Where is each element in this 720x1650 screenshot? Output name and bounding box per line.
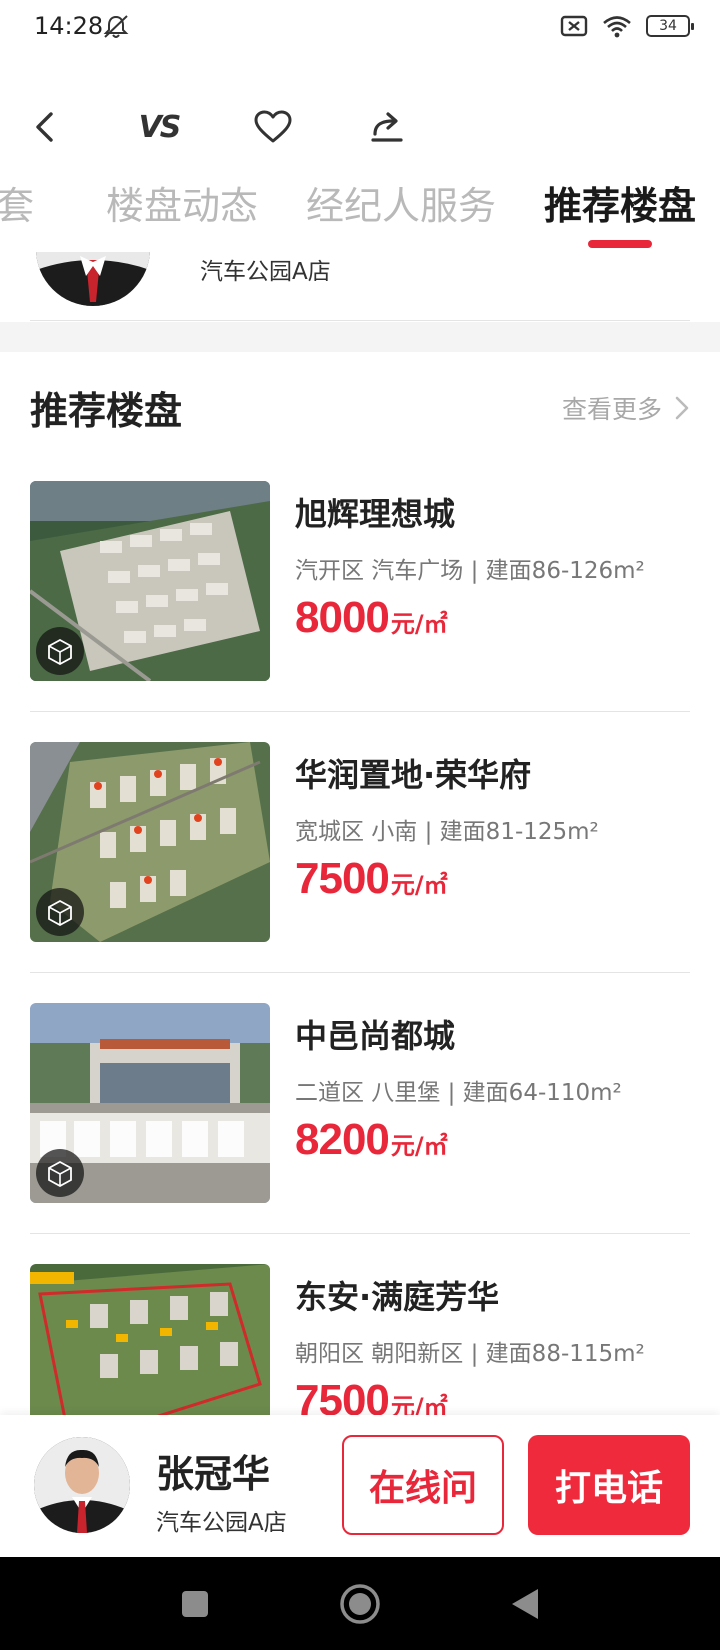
divider [30,1233,690,1234]
back-button[interactable] [20,102,70,152]
compare-button[interactable]: VS [134,102,184,152]
section-gap [0,322,720,352]
tab-news[interactable]: 楼盘动态 [106,182,258,230]
cube-3d-icon [48,638,72,665]
square-icon [182,1591,208,1617]
agent-store: 汽车公园A店 [156,1510,287,1536]
vr-badge [36,627,84,675]
section-title: 推荐楼盘 [30,389,183,433]
tab-agent-service[interactable]: 经纪人服务 [306,182,496,230]
agent-card-partial: 汽车公园A店 [0,252,720,320]
listing-image [30,481,270,681]
see-more-label: 查看更多 [561,395,662,424]
circle-icon [340,1584,380,1624]
back-nav-button[interactable] [500,1579,550,1629]
listing-image [30,742,270,942]
listing-item[interactable]: 中邑尚都城 二道区 八里堡 | 建面64-110m² 8200元/㎡ [30,1003,690,1203]
listing-price: 8000元/㎡ [295,593,448,643]
avatar [36,252,150,306]
vr-badge [36,888,84,936]
listing-price: 7500元/㎡ [295,854,448,904]
heart-icon [254,110,292,143]
chevron-left-icon [36,112,53,142]
listing-name: 旭辉理想城 [295,495,456,533]
mute-bell-icon [103,15,129,38]
status-time: 14:28 [34,12,104,40]
price-unit: 元/㎡ [390,871,448,899]
active-tab-indicator [588,240,652,248]
agent-store: 汽车公园A店 [200,259,331,285]
divider [30,320,690,321]
agent-avatar[interactable] [34,1437,130,1533]
see-more-link[interactable]: 查看更多 [562,390,690,426]
price-unit: 元/㎡ [390,610,448,638]
online-chat-button[interactable]: 在线问 [342,1435,504,1535]
price-value: 8000 [295,593,390,642]
no-sim-icon [560,15,588,37]
share-button[interactable] [362,102,412,152]
listing-item[interactable]: 旭辉理想城 汽开区 汽车广场 | 建面86-126m² 8000元/㎡ [30,481,690,681]
cube-3d-icon [48,1160,72,1187]
favorite-button[interactable] [248,102,298,152]
listing-meta: 宽城区 小南 | 建面81-125m² [295,819,599,845]
agent-name: 张冠华 [156,1452,271,1496]
listing-meta: 二道区 八里堡 | 建面64-110m² [295,1080,622,1106]
divider [30,711,690,712]
price-value: 8200 [295,1115,390,1164]
listing-meta: 朝阳区 朝阳新区 | 建面88-115m² [295,1341,645,1367]
listing-name: 东安·满庭芳华 [295,1278,500,1316]
system-nav-bar [0,1557,720,1650]
recents-button[interactable] [170,1579,220,1629]
listing-name: 华润置地·荣华府 [295,756,532,794]
home-button[interactable] [335,1579,385,1629]
tab-bar: 配套 楼盘动态 经纪人服务 推荐楼盘 [0,182,720,252]
top-toolbar: VS [0,94,720,160]
chevron-right-icon [675,396,689,420]
share-icon [371,112,403,142]
tab-facilities[interactable]: 配套 [0,182,34,230]
listing-meta: 汽开区 汽车广场 | 建面86-126m² [295,558,645,584]
tab-recommended[interactable]: 推荐楼盘 [544,182,696,230]
call-button[interactable]: 打电话 [528,1435,690,1535]
listing-price: 8200元/㎡ [295,1115,448,1165]
listing-name: 中邑尚都城 [295,1017,456,1055]
cube-3d-icon [48,899,72,926]
vr-badge [36,1149,84,1197]
divider [30,972,690,973]
wifi-icon [603,16,631,38]
price-value: 7500 [295,854,390,903]
listing-image [30,1003,270,1203]
listing-item[interactable]: 华润置地·荣华府 宽城区 小南 | 建面81-125m² 7500元/㎡ [30,742,690,942]
price-unit: 元/㎡ [390,1132,448,1160]
contact-bar: 张冠华 汽车公园A店 在线问 打电话 [0,1415,720,1557]
triangle-back-icon [512,1589,538,1619]
battery-icon: 34 [646,15,694,37]
status-bar: 14:28 34 [0,0,720,56]
